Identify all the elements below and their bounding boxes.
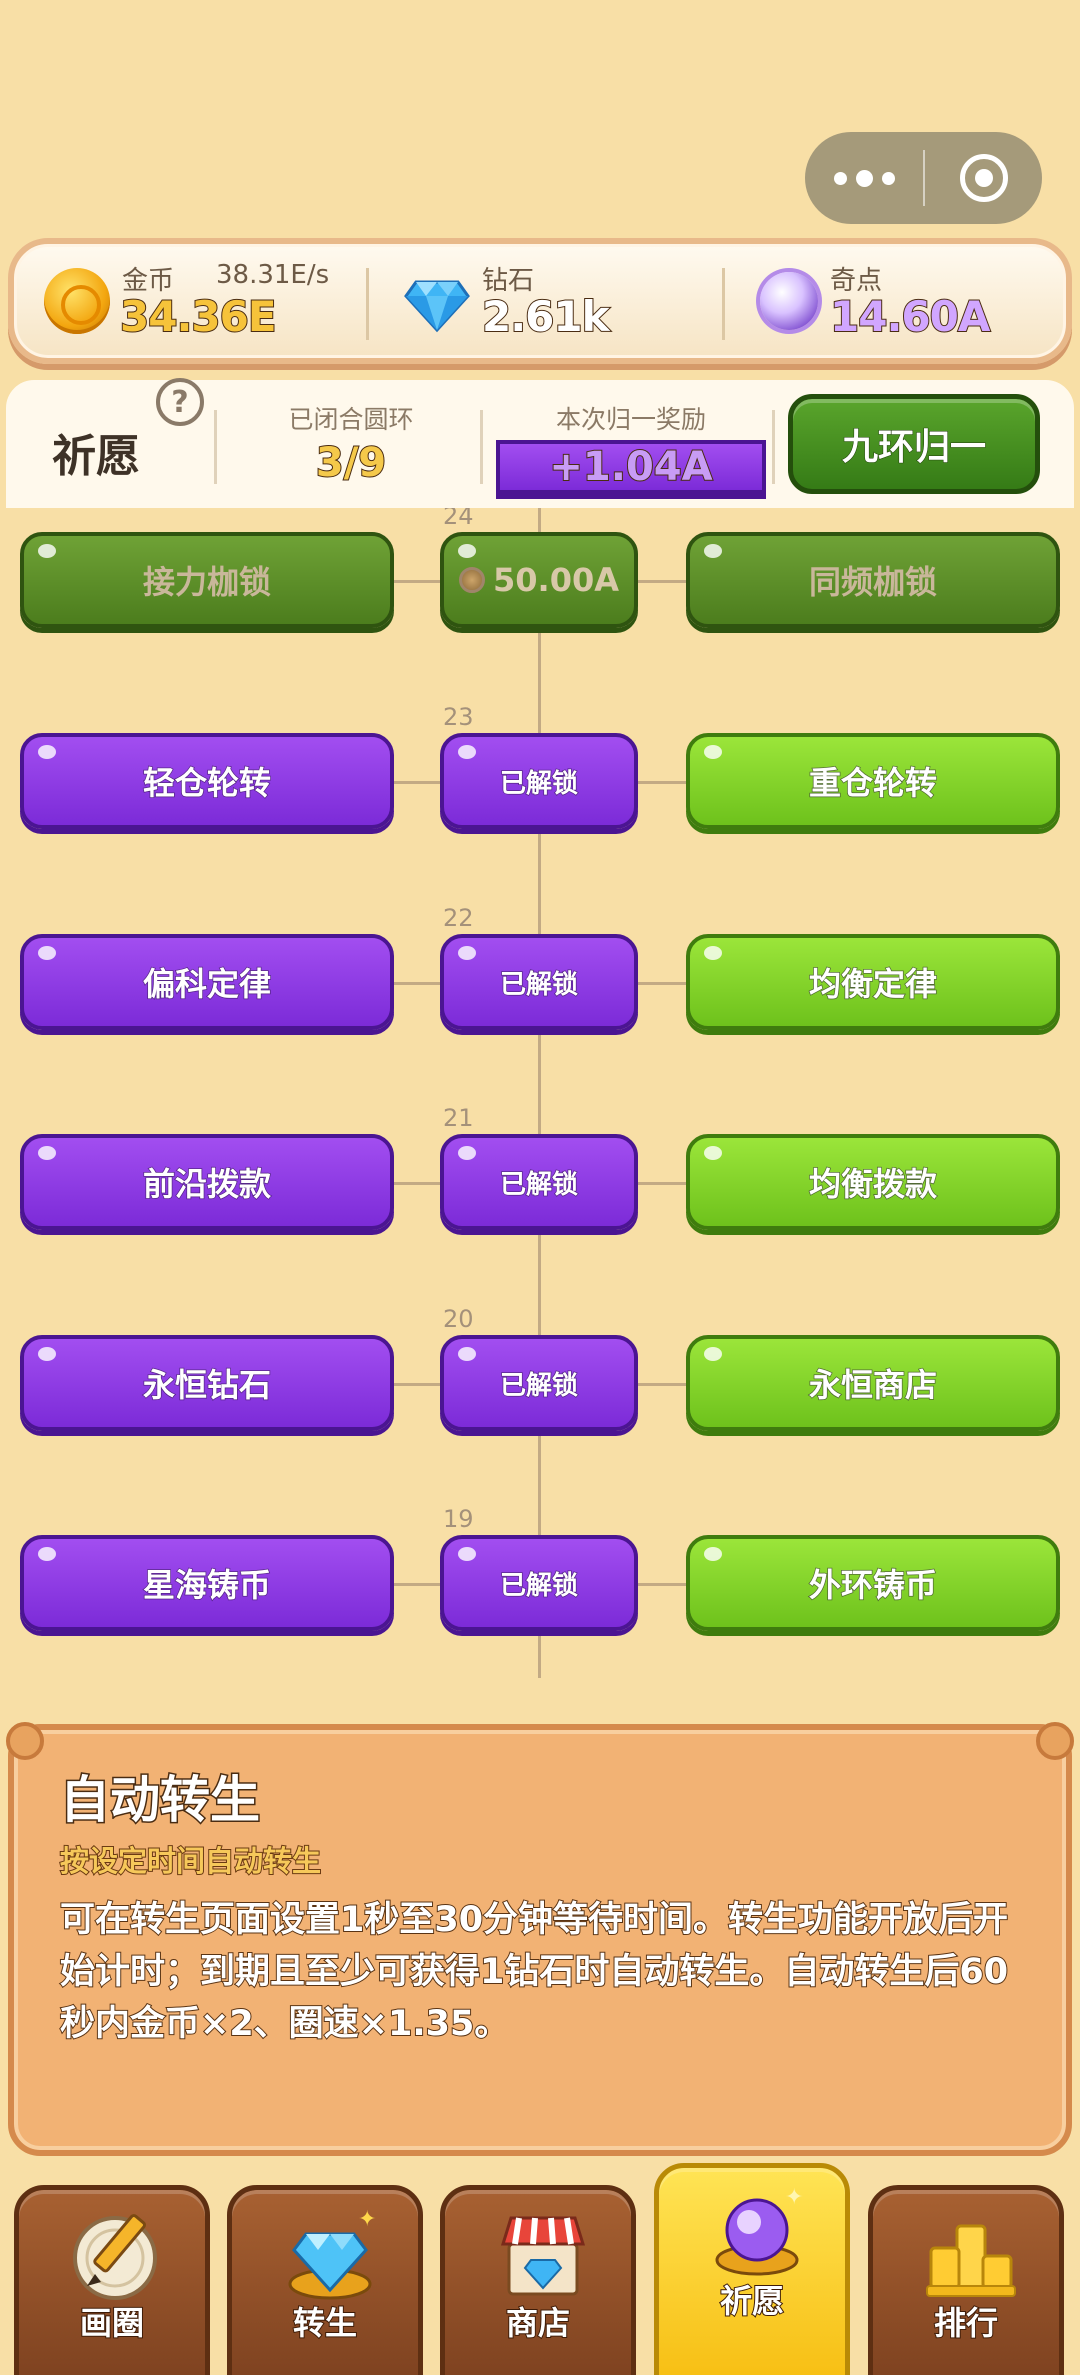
tree-row-20: 20 永恒钻石 已解锁 永恒商店 <box>0 1305 1080 1435</box>
nav-rebirth[interactable]: ✦ 转生 <box>227 2185 423 2375</box>
nav-label: 商店 <box>505 2303 571 2343</box>
unlocked-badge[interactable]: 已解锁 <box>440 733 638 829</box>
diamond-currency: 钻石 2.61k <box>374 244 714 358</box>
row-number: 20 <box>443 1305 474 1333</box>
nine-rings-unify-button[interactable]: 九环归一 <box>788 394 1040 494</box>
node-left[interactable]: 前沿拨款 <box>20 1134 394 1230</box>
row-number: 22 <box>443 904 474 932</box>
gold-coin-icon <box>44 268 110 334</box>
gold-currency: 金币 38.31E/s 34.36E <box>14 244 364 358</box>
divider <box>366 268 369 340</box>
qidian-value: 14.60A <box>829 291 991 342</box>
tree-row-19: 19 星海铸币 已解锁 外环铸币 <box>0 1505 1080 1635</box>
unlocked-badge[interactable]: 已解锁 <box>440 934 638 1030</box>
node-right[interactable]: 均衡定律 <box>686 934 1060 1030</box>
divider <box>214 410 217 484</box>
orb-icon: ✦ <box>715 2185 803 2276</box>
info-description: 可在转生页面设置1秒至30分钟等待时间。转生功能开放后开始计时；到期且至少可获得… <box>59 1899 1009 2045</box>
page-title: 祈愿 <box>52 431 140 482</box>
podium-icon <box>926 2224 1016 2297</box>
node-right[interactable]: 外环铸币 <box>686 1535 1060 1631</box>
nav-ranking[interactable]: 排行 <box>868 2185 1064 2375</box>
pencil-icon <box>73 2214 157 2300</box>
qidian-currency: 奇点 14.60A <box>730 244 1070 358</box>
svg-text:✦: ✦ <box>358 2207 376 2232</box>
row-number: 24 <box>443 508 474 530</box>
coin-icon <box>459 567 485 593</box>
target-icon <box>959 154 1008 202</box>
singularity-orb-icon <box>760 272 818 330</box>
shop-icon <box>500 2216 586 2296</box>
closed-rings-value: 3/9 <box>315 439 387 487</box>
diamond-value: 2.61k <box>481 291 611 342</box>
info-subtitle: 按设定时间自动转生 <box>59 1843 322 1879</box>
bottom-nav: 画圈 ✦ 转生 商店 ✦ 祈愿 排行 <box>0 2163 1080 2375</box>
unlock-cost-button[interactable]: 50.00A <box>440 532 638 628</box>
info-panel: 自动转生 按设定时间自动转生 可在转生页面设置1秒至30分钟等待时间。转生功能开… <box>6 1722 1074 2156</box>
nav-wish[interactable]: ✦ 祈愿 <box>654 2163 850 2375</box>
row-number: 23 <box>443 703 474 731</box>
nav-label: 转生 <box>292 2303 358 2343</box>
divider <box>772 410 775 484</box>
reward-label: 本次归一奖励 <box>555 405 706 434</box>
help-icon[interactable]: ? <box>156 378 204 426</box>
currency-bar: 金币 38.31E/s 34.36E 钻石 2.61k 奇点 14.60A <box>8 238 1072 364</box>
node-left[interactable]: 星海铸币 <box>20 1535 394 1631</box>
nav-shop[interactable]: 商店 <box>440 2185 636 2375</box>
nav-label: 画圈 <box>79 2303 145 2343</box>
unlock-cost: 50.00A <box>493 561 619 599</box>
reward-stat: 本次归一奖励 +1.04A <box>496 400 766 494</box>
unlocked-badge[interactable]: 已解锁 <box>440 1335 638 1431</box>
dot <box>881 171 895 185</box>
nav-label: 祈愿 <box>719 2281 785 2321</box>
row-number: 21 <box>443 1104 474 1132</box>
unlocked-badge[interactable]: 已解锁 <box>440 1134 638 1230</box>
tree-row-23: 23 轻仓轮转 已解锁 重仓轮转 <box>0 703 1080 833</box>
miniprogram-capsule <box>805 132 1042 224</box>
divider <box>722 268 725 340</box>
close-miniprogram-button[interactable] <box>925 132 1042 224</box>
diamond-icon <box>404 280 470 333</box>
svg-text:✦: ✦ <box>785 2185 803 2210</box>
node-left[interactable]: 轻仓轮转 <box>20 733 394 829</box>
node-left[interactable]: 偏科定律 <box>20 934 394 1030</box>
nav-label: 排行 <box>933 2303 999 2343</box>
node-right[interactable]: 同频枷锁 <box>686 532 1060 628</box>
dot <box>833 171 847 185</box>
row-number: 19 <box>443 1505 474 1533</box>
wish-tree: 24 接力枷锁 50.00A 同频枷锁 23 轻仓轮转 已解锁 重仓轮转 22 … <box>0 508 1080 1678</box>
tree-row-24: 24 接力枷锁 50.00A 同频枷锁 <box>0 508 1080 632</box>
reward-value: +1.04A <box>496 440 766 494</box>
gold-rate: 38.31E/s <box>216 260 330 290</box>
nav-draw-circle[interactable]: 画圈 <box>14 2185 210 2375</box>
tree-row-21: 21 前沿拨款 已解锁 均衡拨款 <box>0 1104 1080 1234</box>
tree-row-22: 22 偏科定律 已解锁 均衡定律 <box>0 904 1080 1034</box>
node-left[interactable]: 永恒钻石 <box>20 1335 394 1431</box>
node-right[interactable]: 均衡拨款 <box>686 1134 1060 1230</box>
info-title: 自动转生 <box>59 1770 262 1831</box>
more-menu-button[interactable] <box>805 132 923 224</box>
tree-trunk <box>538 508 541 1678</box>
unlocked-badge[interactable]: 已解锁 <box>440 1535 638 1631</box>
node-right[interactable]: 永恒商店 <box>686 1335 1060 1431</box>
dot <box>855 169 873 187</box>
node-left[interactable]: 接力枷锁 <box>20 532 394 628</box>
closed-rings-stat: 已闭合圆环 3/9 <box>226 400 476 487</box>
divider <box>480 410 483 484</box>
closed-rings-label: 已闭合圆环 <box>288 405 414 434</box>
node-right[interactable]: 重仓轮转 <box>686 733 1060 829</box>
gold-value: 34.36E <box>119 291 278 342</box>
wish-header: 祈愿 ? 已闭合圆环 3/9 本次归一奖励 +1.04A 九环归一 <box>6 378 1074 508</box>
crystal-icon: ✦ <box>288 2207 376 2300</box>
